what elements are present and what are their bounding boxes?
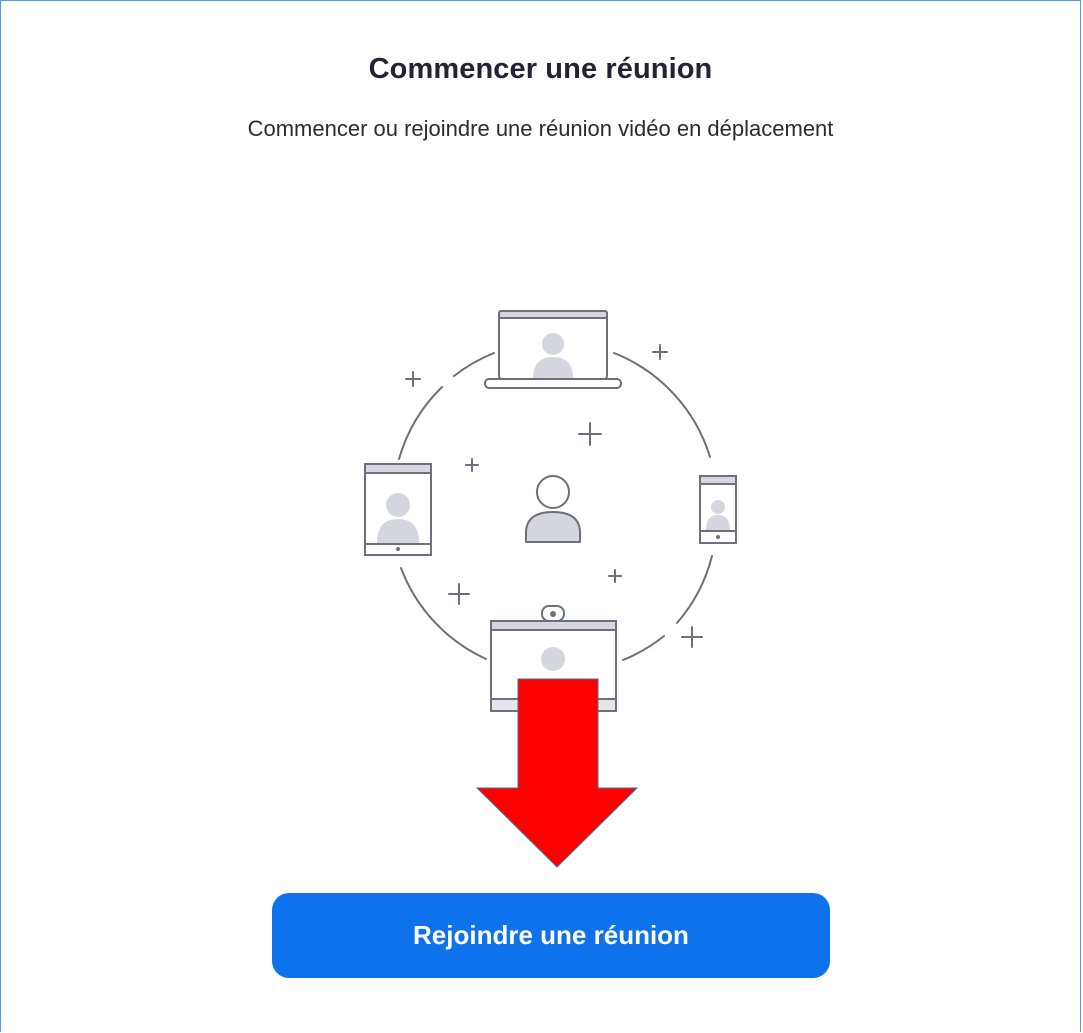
circle-arc	[676, 555, 713, 624]
phone-icon	[699, 475, 737, 544]
meeting-illustration	[364, 310, 737, 868]
join-meeting-button[interactable]: Rejoindre une réunion	[272, 893, 830, 978]
tablet-icon	[364, 463, 432, 556]
circle-arc	[622, 635, 665, 661]
user-icon	[525, 475, 581, 543]
circle-arc	[400, 567, 487, 660]
circle-arc	[613, 352, 711, 458]
laptop-icon	[484, 310, 622, 389]
circle-arc	[398, 386, 443, 460]
circle-arc	[453, 352, 495, 377]
start-meeting-screen: Commencer une réunion Commencer ou rejoi…	[0, 0, 1081, 1032]
